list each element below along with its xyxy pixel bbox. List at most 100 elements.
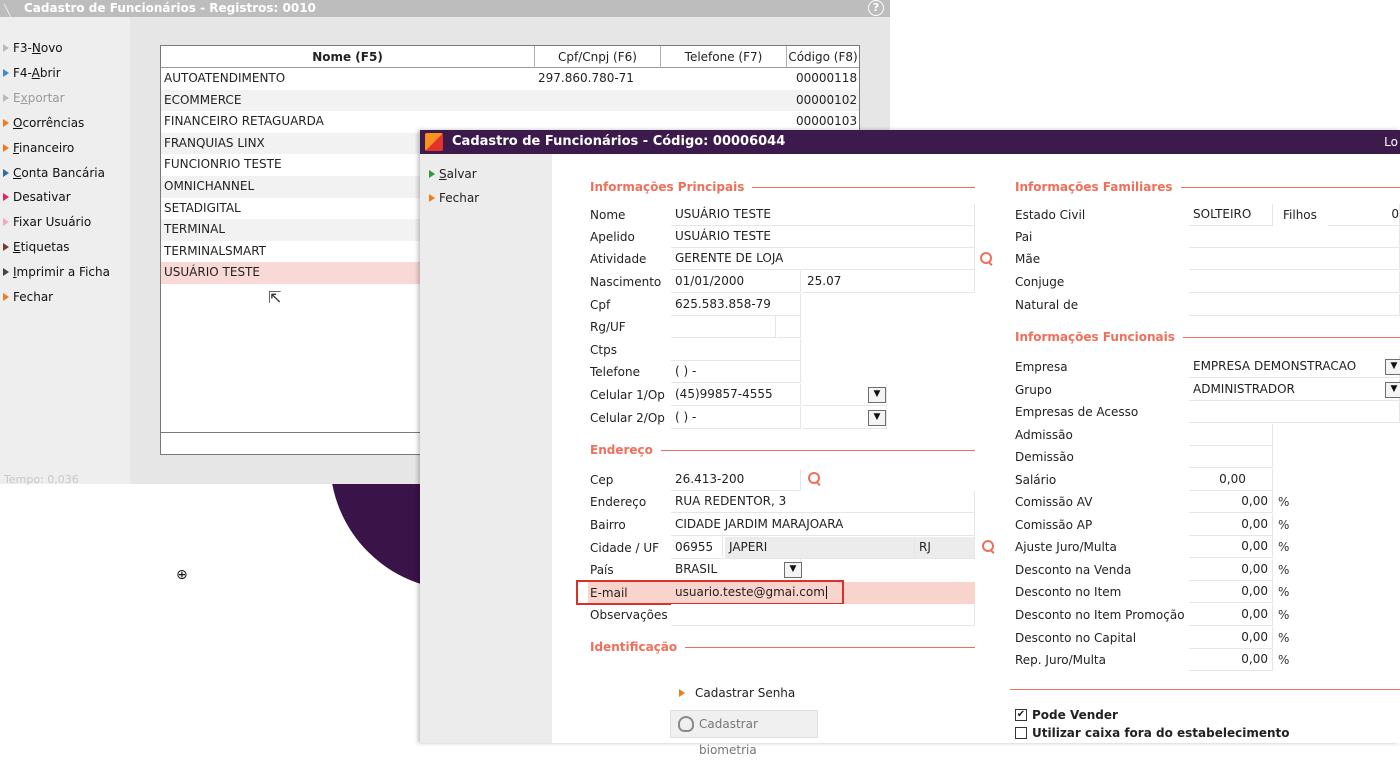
chevron-down-icon[interactable]: ▼ bbox=[868, 387, 886, 403]
nascimento-field[interactable]: 01/01/2000 bbox=[671, 271, 801, 293]
percent-symbol: % bbox=[1278, 608, 1290, 622]
table-row[interactable]: AUTOATENDIMENTO 297.860.780-71 00000118 bbox=[161, 68, 859, 90]
cep-field[interactable]: 26.413-200 bbox=[671, 469, 801, 491]
column-header-telefone[interactable]: Telefone (F7) bbox=[661, 46, 787, 68]
close-button[interactable]: Fechar bbox=[429, 188, 479, 208]
nome-field[interactable]: USUÁRIO TESTE bbox=[671, 204, 975, 226]
filhos-field[interactable]: 0 bbox=[1328, 204, 1400, 226]
caixa-fora-label: Utilizar caixa fora do estabelecimento bbox=[1032, 726, 1290, 740]
label-celular1: Celular 1/Op bbox=[590, 388, 665, 402]
play-icon bbox=[3, 118, 9, 127]
sidebar-item[interactable]: Etiquetas bbox=[3, 237, 70, 257]
percent-field[interactable]: 0,00 bbox=[1189, 536, 1273, 559]
cadastrar-biometria-label: Cadastrar biometria bbox=[699, 717, 758, 757]
cadastrar-biometria-button[interactable]: Cadastrar biometria bbox=[670, 710, 818, 757]
rg-field[interactable] bbox=[671, 316, 776, 338]
pais-select[interactable]: BRASIL bbox=[671, 559, 801, 581]
table-cell-cpf: 297.860.780-71 bbox=[538, 71, 634, 85]
telefone-field[interactable]: ( ) - bbox=[671, 361, 801, 383]
table-cell-nome: ECOMMERCE bbox=[164, 92, 242, 107]
percent-field[interactable]: 0,00 bbox=[1189, 649, 1273, 672]
caixa-fora-checkbox[interactable]: Utilizar caixa fora do estabelecimento bbox=[1015, 726, 1290, 740]
atividade-field[interactable]: GERENTE DE LOJA bbox=[671, 248, 975, 270]
sidebar-item-label: Fechar bbox=[13, 290, 54, 304]
endereco-field[interactable]: RUA REDENTOR, 3 bbox=[671, 491, 975, 513]
column-header-codigo[interactable]: Código (F8) bbox=[787, 46, 859, 68]
cadastrar-senha-button[interactable]: Cadastrar Senha bbox=[679, 686, 795, 700]
percent-field[interactable]: 0,00 bbox=[1189, 491, 1273, 513]
chevron-down-icon[interactable]: ▼ bbox=[784, 562, 802, 578]
section-title-identificacao: Identificação bbox=[590, 640, 686, 654]
apelido-field[interactable]: USUÁRIO TESTE bbox=[671, 226, 975, 248]
empresas-acesso-field[interactable] bbox=[1189, 401, 1400, 423]
sidebar-item[interactable]: F4-Abrir bbox=[3, 63, 61, 83]
chevron-down-icon[interactable]: ▼ bbox=[868, 410, 886, 426]
column-header-nome[interactable]: Nome (F5) bbox=[161, 46, 535, 68]
rg-uf-field[interactable] bbox=[777, 316, 801, 338]
label-percent-row: Desconto no Capital bbox=[1015, 630, 1137, 645]
admissao-field[interactable] bbox=[1189, 424, 1273, 446]
label-percent-row: Desconto na Venda bbox=[1015, 562, 1132, 577]
label-filhos: Filhos bbox=[1283, 208, 1317, 222]
save-hotkey: S bbox=[439, 167, 447, 181]
pode-vender-checkbox[interactable]: ✔ Pode Vender bbox=[1015, 708, 1118, 722]
label-ctps: Ctps bbox=[590, 343, 617, 357]
estado-civil-select[interactable]: SOLTEIRO bbox=[1189, 204, 1273, 226]
demissao-field[interactable] bbox=[1189, 446, 1273, 468]
observacoes-field[interactable] bbox=[671, 604, 975, 626]
chevron-down-icon[interactable]: ▼ bbox=[1385, 359, 1400, 375]
celular2-field[interactable]: ( ) - bbox=[671, 407, 801, 429]
natural-field[interactable] bbox=[1189, 294, 1400, 316]
salario-field[interactable]: 0,00 bbox=[1189, 469, 1273, 491]
chevron-down-icon[interactable]: ▼ bbox=[1385, 382, 1400, 398]
bairro-field[interactable]: CIDADE JARDIM MARAJOARA bbox=[671, 514, 975, 536]
table-row[interactable]: ECOMMERCE 00000102 bbox=[161, 89, 859, 112]
label-empresas-acesso: Empresas de Acesso bbox=[1015, 405, 1139, 419]
ctps-field[interactable] bbox=[671, 339, 801, 361]
search-icon[interactable] bbox=[982, 540, 996, 554]
search-icon[interactable] bbox=[980, 252, 994, 266]
label-natural: Natural de bbox=[1015, 298, 1079, 312]
pai-field[interactable] bbox=[1189, 226, 1400, 248]
percent-field[interactable]: 0,00 bbox=[1189, 513, 1273, 536]
percent-field[interactable]: 0,00 bbox=[1189, 626, 1273, 649]
help-icon[interactable]: ? bbox=[868, 0, 884, 16]
percent-symbol: % bbox=[1278, 540, 1290, 555]
section-title-familiares: Informações Familiares bbox=[1015, 180, 1181, 194]
uf-field: RJ bbox=[915, 537, 975, 559]
label-pai: Pai bbox=[1015, 230, 1033, 244]
sidebar-item[interactable]: Desativar bbox=[3, 187, 71, 207]
cidade-codigo-field[interactable]: 06955 bbox=[671, 537, 723, 559]
sidebar-item-label: Conta Bancária bbox=[13, 165, 105, 180]
celular1-field[interactable]: (45)99857-4555 bbox=[671, 384, 801, 406]
percent-field[interactable]: 0,00 bbox=[1189, 604, 1273, 626]
sidebar-item: Exportar bbox=[3, 88, 65, 108]
play-icon bbox=[3, 218, 9, 227]
mae-field[interactable] bbox=[1189, 248, 1400, 270]
sidebar-item[interactable]: Imprimir a Ficha bbox=[3, 262, 110, 282]
conjuge-field[interactable] bbox=[1189, 271, 1400, 293]
titlebar-right-text: Lo bbox=[1384, 135, 1398, 149]
cpf-field[interactable]: 625.583.858-79 bbox=[671, 294, 801, 316]
sidebar-item-label: Ocorrências bbox=[13, 115, 85, 130]
sidebar-item[interactable]: Ocorrências bbox=[3, 113, 84, 133]
sidebar-item[interactable]: Fechar bbox=[3, 287, 53, 307]
label-nascimento: Nascimento bbox=[590, 275, 662, 289]
column-header-cpf[interactable]: Cpf/Cnpj (F6) bbox=[535, 46, 661, 68]
sidebar-item-label: Imprimir a Ficha bbox=[13, 265, 110, 280]
percent-field[interactable]: 0,00 bbox=[1189, 558, 1273, 581]
sidebar-item[interactable]: Financeiro bbox=[3, 138, 74, 158]
play-icon bbox=[429, 194, 435, 202]
table-cell-cod: 00000102 bbox=[796, 92, 858, 107]
percent-field[interactable]: 0,00 bbox=[1189, 581, 1273, 604]
label-percent-row: Comissão AP bbox=[1015, 517, 1093, 532]
sidebar-item[interactable]: F3-Novo bbox=[3, 38, 63, 58]
sidebar-item[interactable]: Fixar Usuário bbox=[3, 212, 91, 232]
empresa-select[interactable]: EMPRESA DEMONSTRACAO bbox=[1189, 356, 1400, 378]
sidebar-item[interactable]: Conta Bancária bbox=[3, 163, 105, 183]
list-window-title: Cadastro de Funcionários - Registros: 00… bbox=[24, 1, 316, 15]
grupo-select[interactable]: ADMINISTRADOR bbox=[1189, 379, 1400, 401]
label-pais: País bbox=[590, 563, 614, 577]
save-button[interactable]: Salvar bbox=[429, 164, 477, 184]
search-icon[interactable] bbox=[808, 472, 822, 486]
